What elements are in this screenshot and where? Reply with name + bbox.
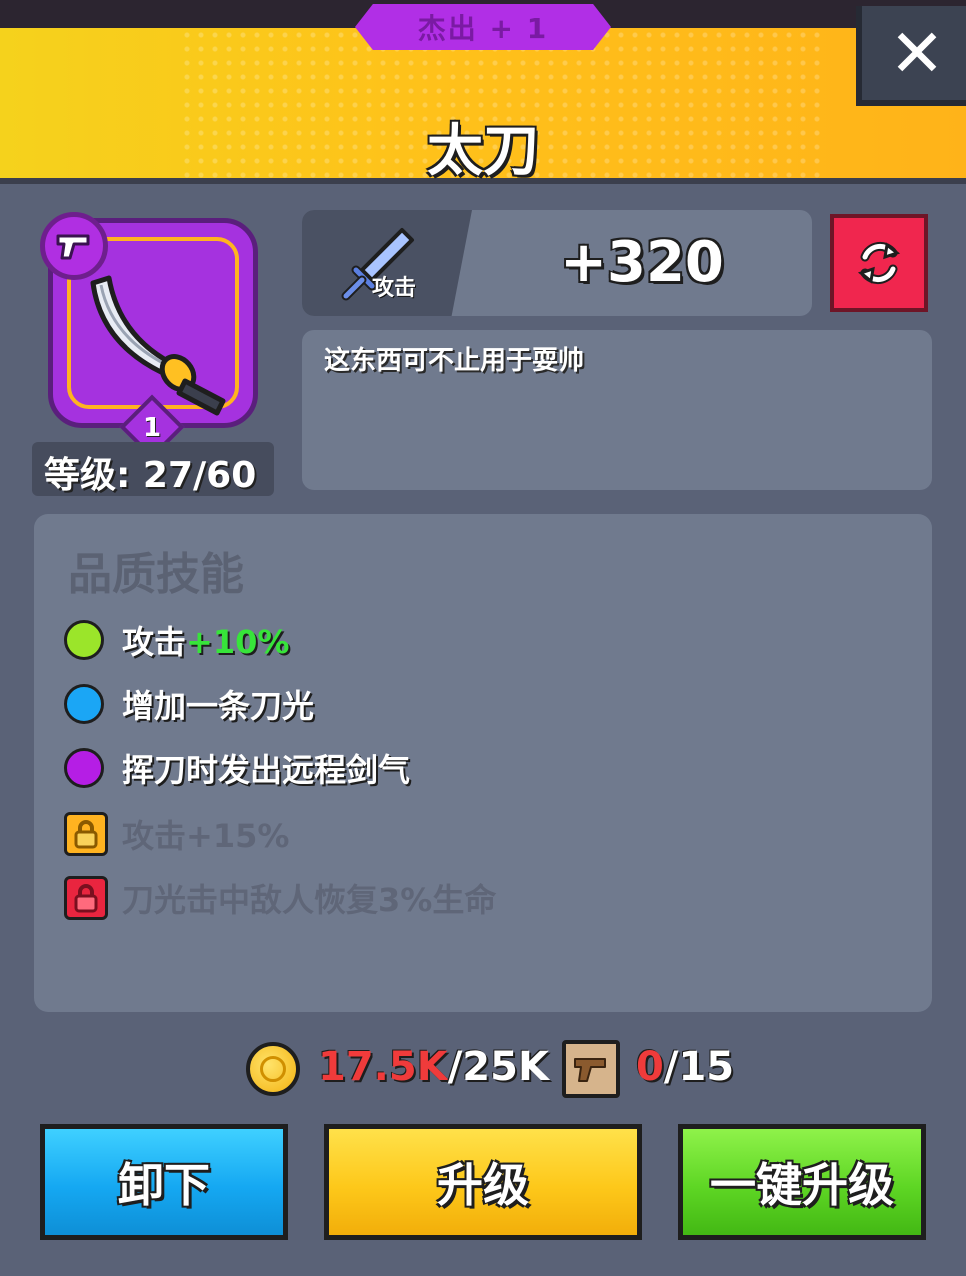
level-label: 等级: 27/60 [44, 455, 257, 496]
skill-purple-dot-icon [64, 748, 104, 788]
skills-title: 品质技能 [68, 549, 244, 600]
scroll-current: 0 [636, 1044, 664, 1090]
header-banner: 太刀 [0, 28, 966, 184]
pistol-icon [56, 234, 90, 260]
gold-separator: / [447, 1044, 463, 1090]
one-click-upgrade-button[interactable]: 一键升级 [678, 1124, 926, 1240]
upgrade-cost-row: 17.5K/25K 0/15 [0, 1038, 966, 1104]
skill-row: 增加一条刀光 [64, 680, 314, 728]
reroll-button[interactable] [830, 214, 928, 312]
stat-value: +320 [560, 230, 724, 295]
gold-required: 25K [462, 1044, 549, 1090]
description-panel: 这东西可不止用于耍帅 [302, 330, 932, 490]
unequip-button[interactable]: 卸下 [40, 1124, 288, 1240]
skill-label: 攻击+10% [122, 623, 290, 661]
stat-panel: 攻击 +320 [302, 210, 812, 316]
quality-skills-panel: 品质技能 攻击+10% 增加一条刀光 挥刀时发出远程剑气 攻击+15% 刀光击中… [34, 514, 932, 1012]
item-title: 太刀 [427, 119, 539, 184]
skill-green-dot-icon [64, 620, 104, 660]
skill-row: 攻击+10% [64, 616, 289, 664]
close-button[interactable]: ✕ [856, 6, 966, 106]
stat-label: 攻击 [372, 276, 417, 301]
lock-icon [64, 876, 108, 920]
scroll-cost: 0/15 [636, 1044, 734, 1090]
gold-coin-icon [246, 1042, 300, 1096]
skill-row-locked: 刀光击中敌人恢复3%生命 [64, 874, 496, 922]
skill-row: 挥刀时发出远程剑气 [64, 744, 410, 792]
rarity-tab: 杰出 + 1 [355, 4, 611, 50]
lock-icon [64, 812, 108, 856]
skill-label: 挥刀时发出远程剑气 [122, 751, 411, 789]
skill-label: 增加一条刀光 [122, 687, 315, 725]
scroll-required: 15 [678, 1044, 735, 1090]
refresh-icon [857, 241, 901, 285]
skill-row-locked: 攻击+15% [64, 810, 289, 858]
skill-blue-dot-icon [64, 684, 104, 724]
description-text: 这东西可不止用于耍帅 [324, 346, 585, 376]
scroll-separator: / [663, 1044, 679, 1090]
item-type-badge [40, 212, 108, 280]
gold-cost: 17.5K/25K [318, 1044, 549, 1090]
upgrade-button[interactable]: 升级 [324, 1124, 642, 1240]
skill-bonus: +10% [186, 623, 290, 661]
skill-label: 攻击+15% [122, 817, 290, 855]
blueprint-scroll-icon [562, 1040, 620, 1098]
gold-current: 17.5K [318, 1044, 448, 1090]
close-icon: ✕ [889, 14, 945, 92]
stat-icon-zone: 攻击 [302, 210, 472, 316]
skill-label: 刀光击中敌人恢复3%生命 [122, 881, 497, 919]
